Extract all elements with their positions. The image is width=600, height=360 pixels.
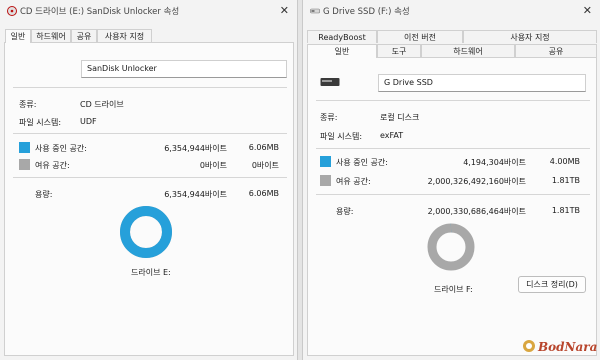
watermark: BodNara (522, 338, 598, 356)
divider (316, 194, 590, 195)
free-space-bytes: 2,000,326,492,160바이트 (427, 177, 526, 186)
divider (316, 148, 590, 149)
divider (13, 177, 287, 178)
drive-name-field[interactable]: G Drive SSD (378, 74, 586, 92)
close-icon[interactable]: ✕ (280, 4, 289, 17)
disk-usage-donut (427, 223, 475, 271)
filesystem-label: 파일 시스템: (320, 132, 363, 141)
free-space-bytes: 0바이트 (199, 161, 227, 170)
free-space-swatch (320, 175, 331, 186)
used-space-swatch (320, 156, 331, 167)
capacity-size: 1.81TB (551, 206, 580, 215)
used-space-size: 4.00MB (549, 157, 580, 166)
cd-drive-icon (7, 6, 17, 16)
tab-hardware[interactable]: 하드웨어 (31, 29, 71, 42)
tab-strip: 일반 하드웨어 공유 사용자 지정 (4, 29, 293, 43)
filesystem-label: 파일 시스템: (19, 118, 62, 127)
tab-previous-versions[interactable]: 이전 버전 (377, 30, 463, 43)
tab-sharing[interactable]: 공유 (515, 44, 597, 57)
capacity-label: 용량: (35, 190, 53, 199)
watermark-logo-icon (523, 340, 535, 352)
free-space-size: 1.81TB (551, 176, 580, 185)
window-title: G Drive SSD (F:) 속성 (323, 7, 410, 17)
tab-customize[interactable]: 사용자 지정 (97, 29, 152, 42)
drive-name-field[interactable]: SanDisk Unlocker (81, 60, 287, 78)
free-space-label: 여유 공간: (336, 177, 371, 186)
filesystem-value: exFAT (380, 131, 404, 140)
drive-caption: 드라이브 E: (131, 268, 171, 277)
title-bar[interactable]: G Drive SSD (F:) 속성 ✕ (303, 0, 600, 22)
general-panel: SanDisk Unlocker 종류: CD 드라이브 파일 시스템: UDF… (4, 42, 294, 356)
window-title: CD 드라이브 (E:) SanDisk Unlocker 속성 (20, 7, 180, 17)
tab-general[interactable]: 일반 (5, 29, 31, 43)
free-space-label: 여유 공간: (35, 161, 70, 170)
type-value: CD 드라이브 (80, 100, 124, 109)
divider (13, 133, 287, 134)
tab-customize[interactable]: 사용자 지정 (463, 30, 597, 43)
used-space-swatch (19, 142, 30, 153)
type-label: 종류: (320, 113, 338, 122)
used-space-bytes: 6,354,944바이트 (164, 144, 227, 153)
tab-strip-row2: 일반 도구 하드웨어 공유 (307, 44, 597, 58)
used-space-label: 사용 중인 공간: (35, 144, 87, 153)
left-properties-window: CD 드라이브 (E:) SanDisk Unlocker 속성 ✕ 일반 하드… (0, 0, 298, 360)
capacity-bytes: 6,354,944바이트 (164, 190, 227, 199)
capacity-label: 용량: (336, 207, 354, 216)
tab-strip-row1: ReadyBoost 이전 버전 사용자 지정 (307, 30, 597, 43)
tab-readyboost[interactable]: ReadyBoost (307, 30, 377, 43)
type-label: 종류: (19, 100, 37, 109)
free-space-size: 0바이트 (251, 161, 279, 170)
free-space-swatch (19, 159, 30, 170)
drive-caption: 드라이브 F: (434, 285, 473, 294)
type-value: 로컬 디스크 (380, 113, 420, 122)
disk-cleanup-button[interactable]: 디스크 정리(D) (518, 276, 586, 293)
capacity-bytes: 2,000,330,686,464바이트 (427, 207, 526, 216)
donut-free-ring (427, 223, 475, 271)
general-panel: G Drive SSD 종류: 로컬 디스크 파일 시스템: exFAT 사용 … (307, 57, 597, 356)
filesystem-value: UDF (80, 117, 97, 126)
right-properties-window: G Drive SSD (F:) 속성 ✕ ReadyBoost 이전 버전 사… (302, 0, 600, 360)
tab-hardware[interactable]: 하드웨어 (421, 44, 515, 57)
used-space-label: 사용 중인 공간: (336, 158, 388, 167)
donut-used-arc (120, 206, 172, 258)
divider (316, 100, 590, 101)
watermark-text: BodNara (538, 340, 598, 354)
divider (13, 87, 287, 88)
ssd-drive-icon (320, 78, 340, 86)
used-space-size: 6.06MB (248, 143, 279, 152)
close-icon[interactable]: ✕ (583, 4, 592, 17)
tab-sharing[interactable]: 공유 (71, 29, 97, 42)
drive-icon (310, 8, 320, 14)
title-bar[interactable]: CD 드라이브 (E:) SanDisk Unlocker 속성 ✕ (0, 0, 297, 22)
tab-general[interactable]: 일반 (307, 44, 377, 58)
capacity-size: 6.06MB (248, 189, 279, 198)
disk-usage-donut (120, 206, 172, 258)
used-space-bytes: 4,194,304바이트 (463, 158, 526, 167)
tab-tools[interactable]: 도구 (377, 44, 421, 57)
